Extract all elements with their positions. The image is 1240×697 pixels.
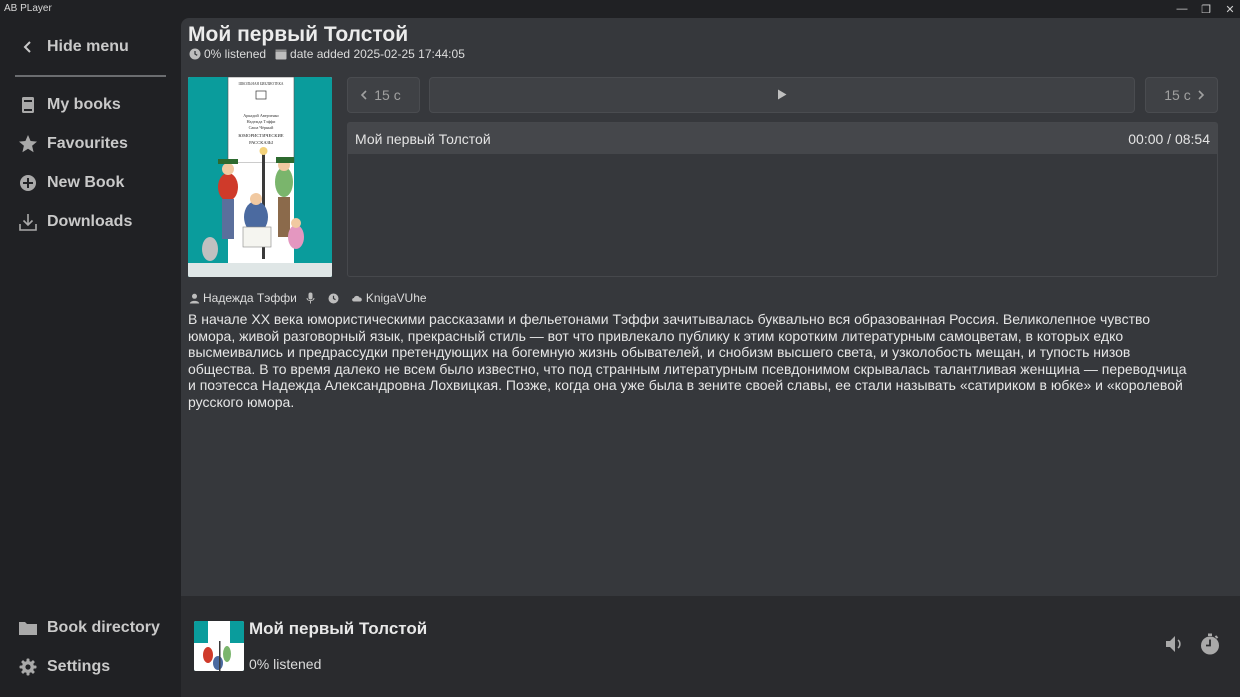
chevron-left-icon (16, 35, 40, 59)
play-icon (777, 87, 787, 103)
stopwatch-icon (1199, 633, 1221, 660)
play-button[interactable] (429, 77, 1135, 113)
folder-icon (16, 616, 40, 640)
sidebar-item-label: Book directory (47, 619, 160, 636)
sidebar-item-label: Downloads (47, 213, 133, 230)
sidebar-item-book-directory[interactable]: Book directory (16, 612, 160, 644)
close-button[interactable]: ✕ (1216, 0, 1240, 18)
book-icon (16, 93, 40, 117)
cover-author: Надежда Тэффи (247, 119, 277, 124)
author-name[interactable]: Надежда Тэффи (203, 291, 297, 305)
listened-progress: 0% listened (204, 47, 267, 61)
book-meta: 0% listened date added 2025-02-25 17:44:… (188, 47, 465, 61)
skip-back-button[interactable]: 15 с (347, 77, 420, 113)
sidebar-item-settings[interactable]: Settings (16, 651, 110, 683)
plus-circle-icon (16, 171, 40, 195)
cover-title: ЮМОРИСТИЧЕСКИЕ (238, 133, 283, 138)
chapter-row[interactable]: Мой первый Толстой 00:00 / 08:54 (348, 123, 1217, 154)
cloud-icon (351, 292, 363, 304)
now-playing-cover[interactable] (194, 621, 244, 671)
book-cover: ШКОЛЬНАЯ БИБЛИОТЕКА Аркадий Аверченко На… (188, 77, 332, 277)
person-icon (188, 292, 200, 304)
sidebar: Hide menu My books Favourites New Book D… (0, 18, 181, 697)
cover-title: РАССКАЗЫ (249, 140, 273, 145)
sidebar-item-favourites[interactable]: Favourites (16, 128, 128, 160)
sidebar-item-label: New Book (47, 174, 125, 191)
sidebar-item-downloads[interactable]: Downloads (16, 206, 132, 238)
skip-forward-button[interactable]: 15 с (1145, 77, 1218, 113)
date-added: date added 2025-02-25 17:44:05 (290, 47, 465, 61)
skip-forward-label: 15 с (1164, 87, 1191, 103)
star-icon (16, 132, 40, 156)
sidebar-item-my-books[interactable]: My books (16, 89, 121, 121)
speaker-icon (1164, 634, 1186, 659)
book-description: В начале XX века юмористическими рассказ… (188, 311, 1187, 410)
chapter-list: Мой первый Толстой 00:00 / 08:54 (347, 122, 1218, 277)
source-name[interactable]: KnigaVUhe (366, 291, 427, 305)
now-playing-bar: Мой первый Толстой 0% listened (181, 596, 1240, 697)
clock-icon (188, 48, 201, 61)
chevron-right-icon (1197, 87, 1205, 103)
gear-icon (16, 655, 40, 679)
sleep-timer-button[interactable] (1198, 633, 1222, 660)
chapter-title: Мой первый Толстой (355, 130, 491, 147)
cover-series: ШКОЛЬНАЯ БИБЛИОТЕКА (239, 82, 284, 86)
cover-author: Аркадий Аверченко (243, 113, 279, 118)
sidebar-item-label: Favourites (47, 135, 128, 152)
sidebar-divider (15, 75, 166, 77)
book-details-panel: Мой первый Толстой 0% listened date adde… (181, 18, 1240, 596)
microphone-icon (305, 292, 317, 304)
chevron-left-icon (360, 87, 368, 103)
download-icon (16, 210, 40, 234)
book-title: Мой первый Толстой (188, 23, 409, 46)
clock-icon (328, 292, 340, 304)
cover-author: Саша Чёрный (249, 125, 275, 130)
sidebar-item-label: My books (47, 96, 121, 113)
hide-menu-button[interactable]: Hide menu (16, 31, 129, 63)
app-title: AB PLayer (4, 3, 52, 14)
book-info-line: Надежда Тэффи KnigaVUhe (188, 291, 427, 305)
sidebar-item-new-book[interactable]: New Book (16, 167, 124, 199)
sidebar-item-label: Settings (47, 658, 111, 675)
now-playing-progress: 0% listened (249, 656, 322, 672)
hide-menu-label: Hide menu (47, 38, 129, 55)
chapter-time: 00:00 / 08:54 (1128, 130, 1210, 147)
calendar-icon (274, 48, 287, 61)
title-bar: AB PLayer — ❐ ✕ (0, 0, 1240, 18)
volume-button[interactable] (1163, 634, 1187, 658)
now-playing-title: Мой первый Толстой (249, 619, 428, 638)
skip-back-label: 15 с (374, 87, 401, 103)
